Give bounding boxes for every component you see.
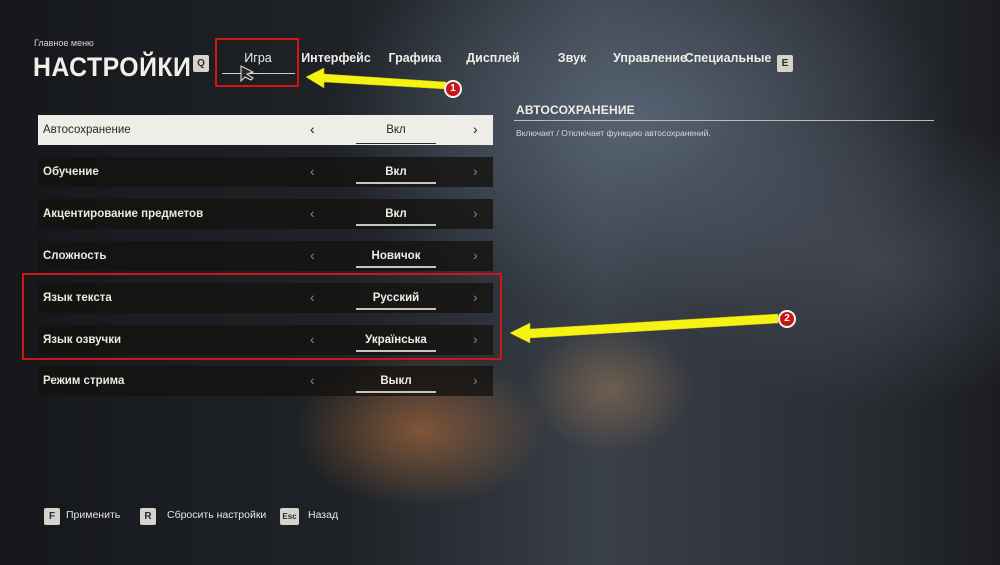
callout-marker-1: 1: [444, 80, 462, 98]
annotation-overlay: [240, 65, 779, 344]
arrow-1-icon: [305, 67, 447, 90]
cursor-icon: [240, 65, 255, 83]
callout-marker-2: 2: [778, 310, 796, 328]
arrow-2-icon: [509, 313, 779, 344]
